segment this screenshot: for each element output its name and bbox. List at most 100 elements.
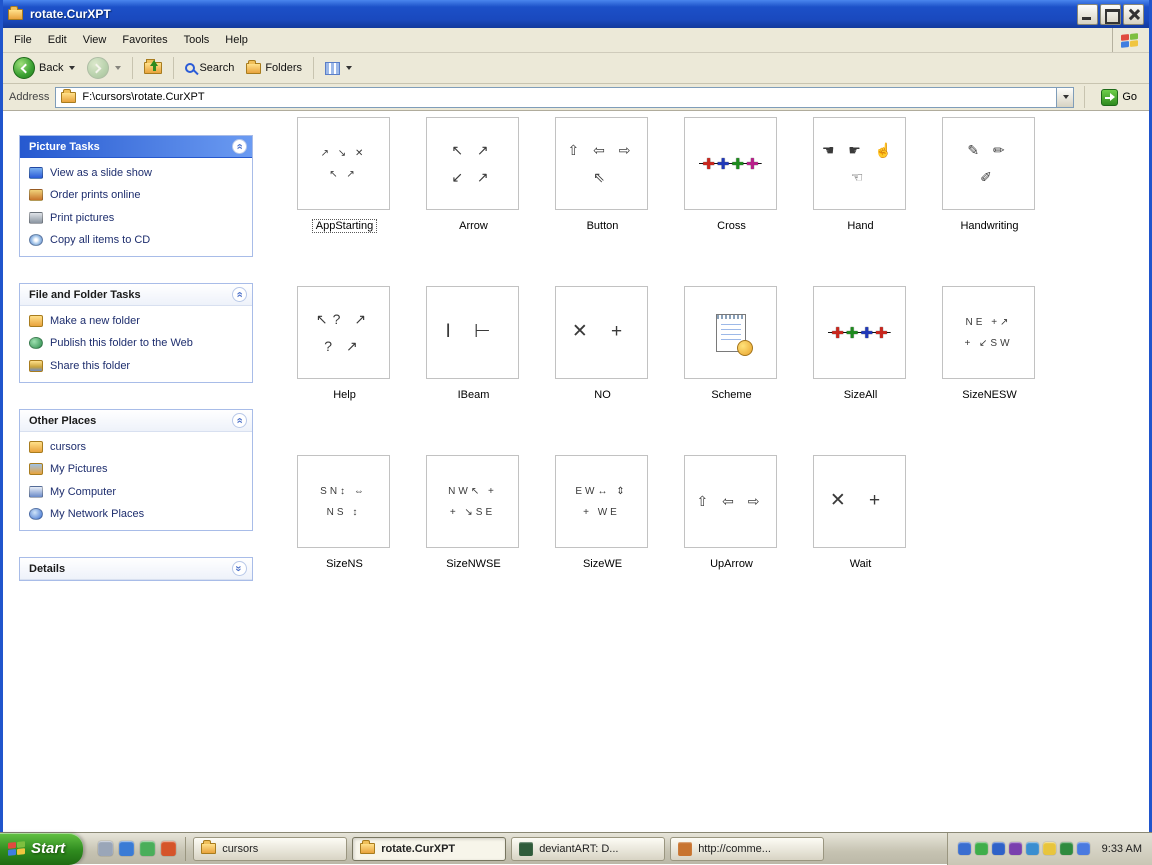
tray-app-4-icon[interactable] xyxy=(1009,842,1022,855)
search-icon xyxy=(185,63,195,73)
address-dropdown-button[interactable] xyxy=(1056,88,1073,107)
forward-button[interactable] xyxy=(82,55,126,81)
file-label-row: Scheme xyxy=(684,385,779,403)
cursor-preview: SN↕ ⇔ NS ↕ xyxy=(320,481,367,523)
file-item-cross[interactable]: ✚✚✚✚Cross xyxy=(684,117,779,234)
task-item-my-network-places[interactable]: My Network Places xyxy=(29,507,246,521)
launch-app-icon[interactable] xyxy=(98,841,113,856)
task-panel-other-places: Other Places cursors My Pictures My Compute… xyxy=(19,409,253,531)
panel-title: File and Folder Tasks xyxy=(29,289,141,301)
start-button[interactable]: Start xyxy=(0,833,83,865)
file-label-row: SizeNWSE xyxy=(426,554,521,572)
taskbar-button-http-comme[interactable]: http://comme... xyxy=(670,837,824,861)
file-item-wait[interactable]: ✕ +Wait xyxy=(813,455,908,572)
tray-app-1-icon[interactable] xyxy=(958,842,971,855)
file-item-handwriting[interactable]: ✎ ✏ ✐Handwriting xyxy=(942,117,1037,234)
slideshow-icon xyxy=(29,167,43,179)
forward-dropdown-icon[interactable] xyxy=(115,66,121,70)
tray-app-5-icon[interactable] xyxy=(1026,842,1039,855)
file-item-ibeam[interactable]: I ⊢IBeam xyxy=(426,286,521,403)
panel-header[interactable]: Other Places xyxy=(20,410,252,432)
publish-web-icon xyxy=(29,337,43,349)
taskbar-button-cursors[interactable]: cursors xyxy=(193,837,347,861)
tray-app-2-icon[interactable] xyxy=(975,842,988,855)
file-label-row: Arrow xyxy=(426,216,521,234)
up-button[interactable] xyxy=(139,60,167,76)
close-button[interactable] xyxy=(1123,4,1144,25)
task-label: My Network Places xyxy=(50,507,144,521)
file-thumbnail: EW↔ ⇕ + WE xyxy=(555,455,648,548)
cursor-preview: ↗ ↘ ✕ ↖ ↗ xyxy=(321,143,367,185)
task-item-copy-all-items-to-cd[interactable]: Copy all items to CD xyxy=(29,233,246,247)
address-input[interactable] xyxy=(55,87,1074,108)
back-dropdown-icon[interactable] xyxy=(69,66,75,70)
file-item-arrow[interactable]: ↖ ↗ ↙ ↗Arrow xyxy=(426,117,521,234)
file-item-no[interactable]: ✕ +NO xyxy=(555,286,650,403)
file-label: SizeAll xyxy=(840,388,882,402)
menu-view[interactable]: View xyxy=(75,31,115,49)
menu-favorites[interactable]: Favorites xyxy=(114,31,175,49)
file-label-row: UpArrow xyxy=(684,554,779,572)
file-item-scheme[interactable]: Scheme xyxy=(684,286,779,403)
back-button[interactable]: Back xyxy=(8,55,80,81)
cursor-preview: ☚ ☛ ☝ ☜ xyxy=(822,137,897,190)
file-item-appstarting[interactable]: ↗ ↘ ✕ ↖ ↗AppStarting xyxy=(297,117,392,234)
media-player-icon[interactable] xyxy=(140,841,155,856)
task-item-my-computer[interactable]: My Computer xyxy=(29,485,246,499)
folders-button[interactable]: Folders xyxy=(241,60,307,76)
panel-title: Other Places xyxy=(29,415,96,427)
chevron-icon[interactable] xyxy=(232,287,247,302)
menu-help[interactable]: Help xyxy=(217,31,256,49)
panel-header[interactable]: Details xyxy=(20,558,252,580)
quick-launch xyxy=(89,837,186,861)
task-item-make-a-new-folder[interactable]: Make a new folder xyxy=(29,314,246,328)
internet-explorer-icon[interactable] xyxy=(119,841,134,856)
task-item-print-pictures[interactable]: Print pictures xyxy=(29,211,246,225)
task-item-share-this-folder[interactable]: Share this folder xyxy=(29,359,246,373)
file-item-sizens[interactable]: SN↕ ⇔ NS ↕ SizeNS xyxy=(297,455,392,572)
taskbar-button-deviantart-d[interactable]: deviantART: D... xyxy=(511,837,665,861)
chevron-icon[interactable] xyxy=(232,413,247,428)
file-item-sizewe[interactable]: EW↔ ⇕ + WESizeWE xyxy=(555,455,650,572)
file-item-sizenwse[interactable]: NW↖ + + ↘SESizeNWSE xyxy=(426,455,521,572)
task-item-my-pictures[interactable]: My Pictures xyxy=(29,462,246,476)
task-item-publish-this-folder-to-the-web[interactable]: Publish this folder to the Web xyxy=(29,336,246,350)
minimize-button[interactable] xyxy=(1077,4,1098,25)
order-prints-icon xyxy=(29,189,43,201)
search-button[interactable]: Search xyxy=(180,60,239,76)
file-item-sizeall[interactable]: ✚✚✚✚SizeAll xyxy=(813,286,908,403)
go-button[interactable]: Go xyxy=(1095,89,1143,106)
file-thumbnail: ⇧ ⇦ ⇨ ⇖ xyxy=(555,117,648,210)
task-item-cursors[interactable]: cursors xyxy=(29,440,246,454)
views-button[interactable] xyxy=(320,60,357,77)
chevron-icon[interactable] xyxy=(232,561,247,576)
file-item-uparrow[interactable]: ⇧ ⇦ ⇨UpArrow xyxy=(684,455,779,572)
views-dropdown-icon[interactable] xyxy=(346,66,352,70)
tray-app-3-icon[interactable] xyxy=(992,842,1005,855)
file-item-help[interactable]: ↖? ↗ ? ↗Help xyxy=(297,286,392,403)
file-item-button[interactable]: ⇧ ⇦ ⇨ ⇖Button xyxy=(555,117,650,234)
panel-title: Details xyxy=(29,563,65,575)
menu-file[interactable]: File xyxy=(6,31,40,49)
file-label-row: Wait xyxy=(813,554,908,572)
restore-button[interactable] xyxy=(1100,4,1121,25)
menu-edit[interactable]: Edit xyxy=(40,31,75,49)
file-item-sizenesw[interactable]: NE +↗ + ↙SWSizeNESW xyxy=(942,286,1037,403)
panel-header[interactable]: Picture Tasks xyxy=(20,136,252,158)
task-item-order-prints-online[interactable]: Order prints online xyxy=(29,188,246,202)
file-thumbnail: ↖? ↗ ? ↗ xyxy=(297,286,390,379)
panel-header[interactable]: File and Folder Tasks xyxy=(20,284,252,306)
firefox-icon[interactable] xyxy=(161,841,176,856)
tray-app-7-icon[interactable] xyxy=(1060,842,1073,855)
tray-app-8-icon[interactable] xyxy=(1077,842,1090,855)
task-item-view-as-a-slide-show[interactable]: View as a slide show xyxy=(29,166,246,180)
cd-icon xyxy=(29,234,43,246)
taskbar-button-rotate-curxpt[interactable]: rotate.CurXPT xyxy=(352,837,506,861)
file-label-row: Cross xyxy=(684,216,779,234)
chevron-icon[interactable] xyxy=(232,139,247,154)
tray-app-6-icon[interactable] xyxy=(1043,842,1056,855)
file-item-hand[interactable]: ☚ ☛ ☝ ☜Hand xyxy=(813,117,908,234)
menu-tools[interactable]: Tools xyxy=(176,31,218,49)
file-label: SizeNS xyxy=(322,557,367,571)
task-button-label: cursors xyxy=(222,843,258,855)
